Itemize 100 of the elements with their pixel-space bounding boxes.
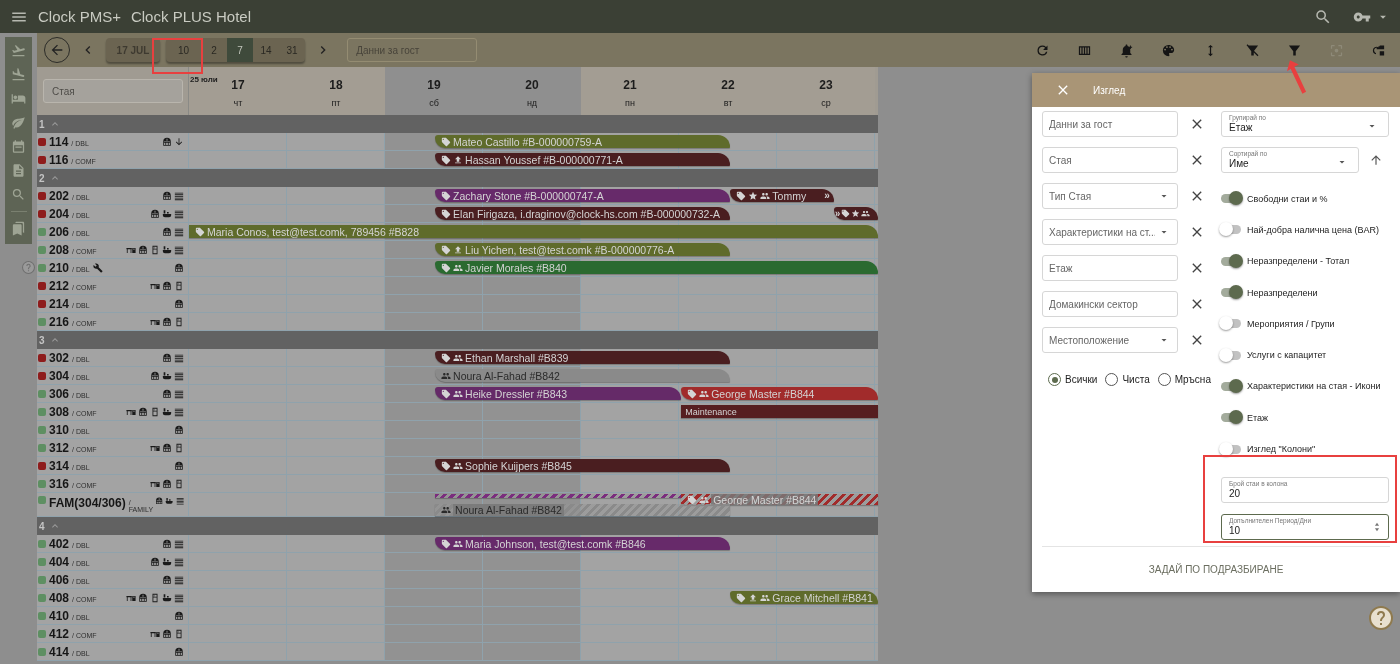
- refresh-icon[interactable]: [1035, 42, 1050, 58]
- tag-icon: [441, 388, 452, 399]
- sort-arrow-icon[interactable]: [1369, 153, 1383, 167]
- toggle-switch[interactable]: [1221, 319, 1241, 329]
- radio-label: Чиста: [1122, 374, 1150, 385]
- toggle-switch[interactable]: [1221, 194, 1241, 204]
- day-number: 22: [721, 78, 735, 92]
- toggle-switch[interactable]: [1221, 381, 1241, 391]
- plane-takeoff-icon[interactable]: [11, 43, 26, 58]
- room-number: 116: [49, 152, 69, 167]
- search-icon[interactable]: [1314, 7, 1332, 26]
- booking-bar[interactable]: Sophie Kuijpers #B845: [435, 459, 731, 472]
- booking-bar[interactable]: »: [833, 207, 878, 220]
- booking-bar[interactable]: Javier Morales #B840: [435, 261, 878, 274]
- booking-bar[interactable]: Noura Al-Fahad #B842: [435, 504, 731, 516]
- filter-field[interactable]: Тип Стая: [1042, 183, 1178, 209]
- toggle-label: Изглед "Колони": [1247, 444, 1316, 454]
- booking-bar[interactable]: Maria Conos, test@test.comk, 789456 #B828: [189, 225, 878, 238]
- bathtub-icon: [162, 592, 172, 603]
- calendar-grid[interactable]: [37, 115, 878, 661]
- toggle-switch[interactable]: [1221, 288, 1241, 298]
- day-number: 23: [819, 78, 833, 92]
- leaf-icon[interactable]: [11, 115, 26, 130]
- room-number: 410: [49, 608, 70, 623]
- room-number: 412: [49, 626, 70, 641]
- toggle-switch[interactable]: [1221, 350, 1241, 360]
- booking-bar[interactable]: Tommy »: [730, 189, 834, 202]
- calendar-icon[interactable]: [11, 139, 26, 154]
- reset-button[interactable]: ЗАДАЙ ПО ПОДРАЗБИРАНЕ: [1140, 558, 1292, 581]
- document-icon[interactable]: [11, 163, 26, 178]
- waves-icon: [174, 244, 184, 255]
- range-button[interactable]: 7: [227, 38, 254, 62]
- plane-landing-icon[interactable]: [11, 67, 26, 82]
- tag-icon: [441, 538, 452, 549]
- booking-label: Tommy: [772, 189, 807, 202]
- hatched-stripe[interactable]: [435, 494, 682, 498]
- fridge-icon: [150, 406, 160, 417]
- booking-bar[interactable]: Liu Yichen, test@test.comk #B-000000776-A: [435, 243, 731, 256]
- day-number: 19: [427, 78, 441, 92]
- booking-bar[interactable]: George Master #B844: [681, 387, 878, 400]
- filter-field[interactable]: Местоположение: [1042, 327, 1178, 353]
- heater-icon: [162, 316, 172, 327]
- people-icon: [453, 538, 464, 549]
- heater-icon: [162, 442, 172, 453]
- toggle-switch[interactable]: [1221, 225, 1241, 235]
- bathtub-icon: [162, 370, 172, 381]
- room-number: 304: [49, 368, 70, 383]
- highlight-frame: [152, 38, 203, 74]
- people-icon: [453, 262, 464, 273]
- heater-icon: [162, 574, 172, 585]
- filter-field[interactable]: Данни за гост: [1042, 111, 1178, 137]
- heater-icon: [162, 538, 172, 549]
- panel-title: Изглед: [1093, 84, 1126, 96]
- heater-icon: [162, 136, 172, 147]
- toggle-label: Най-добра налична цена (BAR): [1247, 224, 1379, 235]
- more-label: »: [824, 190, 830, 201]
- booking-bar[interactable]: Noura Al-Fahad #B842: [435, 369, 731, 382]
- heater-icon: [174, 262, 184, 273]
- tag-icon: [441, 208, 452, 219]
- help-icon[interactable]: [1369, 606, 1393, 630]
- filter-field[interactable]: Характеристики на ст...: [1042, 219, 1178, 245]
- booking-bar[interactable]: Zachary Stone #B-000000747-A: [435, 189, 731, 202]
- bed-icon[interactable]: [11, 91, 26, 106]
- people-icon: [453, 352, 464, 363]
- room-number: 202: [49, 188, 70, 203]
- field-value: 20: [1229, 487, 1241, 500]
- toggle-switch[interactable]: [1221, 256, 1241, 266]
- booking-label: George Master #B844: [711, 494, 819, 505]
- bookmarks-icon[interactable]: [11, 221, 26, 236]
- booking-label: Maria Conos, test@test.comk, 789456 #B828: [207, 225, 420, 238]
- toggle-switch[interactable]: [1221, 413, 1241, 423]
- booking-label: George Master #B844: [711, 387, 815, 400]
- heater-icon: [162, 628, 172, 639]
- booking-bar[interactable]: Ethan Marshall #B839: [435, 351, 731, 364]
- booking-bar[interactable]: Heike Dressler #B843: [435, 387, 682, 400]
- booking-bar[interactable]: Mateo Castillo #B-000000759-A: [435, 135, 731, 148]
- tag-icon: [441, 154, 452, 165]
- room-search-field[interactable]: Стая: [43, 79, 183, 103]
- room-number: 310: [49, 422, 70, 437]
- filter-field[interactable]: Домакински сектор: [1042, 291, 1178, 317]
- bell-plus-icon[interactable]: [1119, 42, 1134, 58]
- floor-group-header[interactable]: 2: [37, 169, 878, 187]
- floor-group-header[interactable]: 3: [37, 331, 878, 349]
- floor-group-header[interactable]: 4: [37, 517, 878, 535]
- waves-icon: [174, 352, 184, 363]
- toggle-switch[interactable]: [1221, 444, 1241, 454]
- waves-icon: [174, 556, 184, 567]
- maintenance-block[interactable]: Maintenance: [681, 405, 878, 418]
- search-icon[interactable]: [11, 187, 26, 202]
- floor-group-header[interactable]: 1: [37, 115, 878, 133]
- bathtub-icon: [162, 244, 172, 255]
- heater-icon: [150, 370, 160, 381]
- booking-bar[interactable]: Maria Johnson, test@test.comk #B846: [435, 537, 731, 550]
- booking-bar[interactable]: Grace Mitchell #B841: [730, 591, 878, 604]
- palette-icon[interactable]: [1161, 42, 1176, 58]
- filter-field[interactable]: Етаж: [1042, 255, 1178, 281]
- booking-bar[interactable]: Hassan Youssef #B-000000771-A: [435, 153, 731, 166]
- filter-off-icon[interactable]: [1245, 42, 1260, 58]
- tag-icon: [441, 244, 452, 255]
- filter-field[interactable]: Стая: [1042, 147, 1178, 173]
